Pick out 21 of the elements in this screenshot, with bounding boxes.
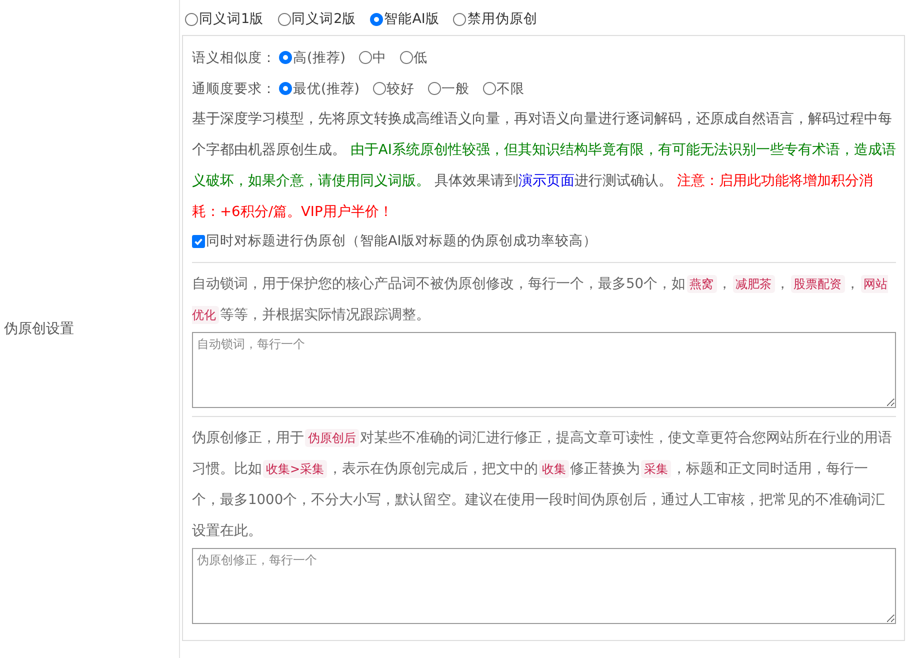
demo-page-link[interactable]: 演示页面 <box>518 173 574 189</box>
lock-words-description: 自动锁词，用于保护您的核心产品词不被伪原创修改，每行一个，最多50个，如 燕窝 ， 减肥茶 ， 股票配资 ， 网站优化 等等，并根据实际情况跟踪调整。 <box>192 274 889 326</box>
option-label: 语义相似度： <box>192 48 276 66</box>
mode-radio[interactable]: 同义词1版 <box>185 10 264 28</box>
mode-radio[interactable]: 禁用伪原创 <box>453 10 538 28</box>
corrections-field[interactable]: 伪原创修正，每行一个 <box>192 548 896 624</box>
option-radio[interactable]: 中 <box>358 48 387 66</box>
ai-description: 基于深度学习模型，先将原文转换成高维语义向量，再对语义向量进行逐词解码，还原成自然语言，解码过程中每个字都由机器原创生成。 由于AI系统原创性较强，但其知识结构毕竟有限，有可能无法识别一些专有术语，造成语义破坏，如果介意，请使用同义词版。 具体效果请到演示页面进行测试确认。 注意：启用此功能将增加积分消耗：+6积分/篇。VIP用户半价！ <box>192 110 896 222</box>
title-checkbox[interactable]: 同时对标题进行伪原创（智能AI版对标题的伪原创成功率较高） <box>192 228 896 254</box>
mode-radio[interactable]: 智能AI版 <box>370 10 440 28</box>
option-radio[interactable]: 不限 <box>482 80 525 98</box>
option-radio[interactable]: 最优(推荐) <box>279 80 360 98</box>
lock-words-field[interactable]: 自动锁词，每行一个 <box>192 332 896 408</box>
option-radio[interactable]: 高(推荐) <box>279 48 346 66</box>
option-radio[interactable]: 较好 <box>372 80 415 98</box>
option-radio[interactable]: 一般 <box>428 80 470 98</box>
corrections-description: 伪原创修正，用于 伪原创后 对某些不准确的词汇进行修正，提高文章可读性，使文章更符合您网站所在行业的用语习惯。比如 收集>采集 ，表示在伪原创完成后，把文中的 收集 修正替换为 采集 ，标题和正文同时适用，每行一个，最多1000个，不分大小写，默认留空。建议在使用一段时间伪原创后，通过人工审核，把常见的不准确词汇设置在此。 <box>192 428 893 541</box>
form-label: 伪原创设置 <box>4 320 74 338</box>
option-radio[interactable]: 低 <box>400 48 428 66</box>
option-label: 通顺度要求： <box>192 80 276 98</box>
mode-radio[interactable]: 同义词2版 <box>278 10 356 28</box>
